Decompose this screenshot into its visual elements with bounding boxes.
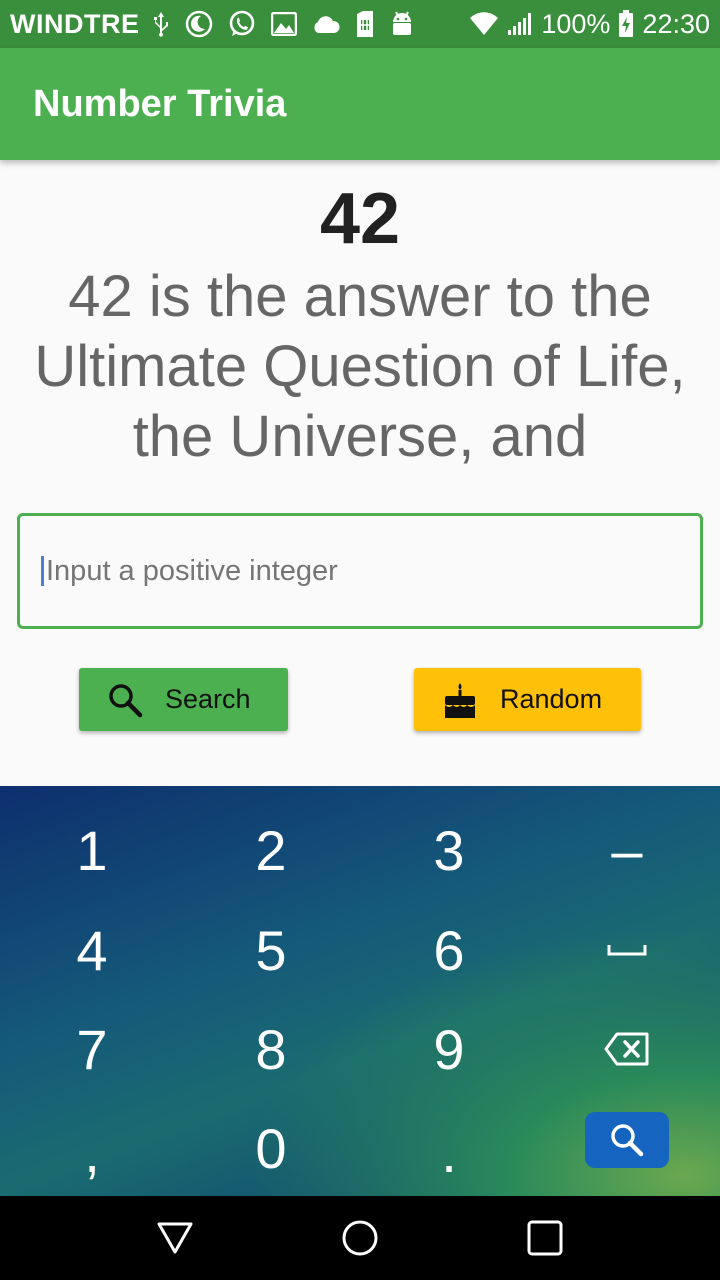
key-comma[interactable]: , [2,1102,182,1202]
wifi-icon [470,12,499,35]
key-0[interactable]: 0 [181,1098,361,1198]
key-period[interactable]: . [359,1102,539,1202]
key-3[interactable]: 3 [359,800,539,900]
random-button-label: Random [500,684,603,714]
home-circle-icon [342,1220,378,1256]
cloud-icon [314,16,341,33]
search-button-label: Search [165,684,251,714]
key-4[interactable]: 4 [2,900,182,1000]
numeric-keyboard: 1 2 3 – 4 5 6 7 8 9 , 0 . [0,786,720,1196]
status-bar: WINDTRE 100% 22:30 [0,0,720,48]
android-debug-icon [393,11,412,35]
do-not-disturb-moon-icon [186,10,213,38]
random-button[interactable]: Random [414,668,641,731]
usb-icon [154,12,169,37]
signal-icon [508,13,532,35]
recents-square-icon [527,1220,563,1256]
home-button[interactable] [300,1196,420,1280]
backspace-icon [604,1032,649,1066]
cake-icon [445,682,475,718]
number-input-field[interactable]: Input a positive integer [17,513,703,629]
app-bar: Number Trivia [0,48,720,160]
key-1[interactable]: 1 [2,800,182,900]
battery-percent: 100% [541,8,611,39]
key-backspace[interactable] [537,999,717,1099]
key-6[interactable]: 6 [359,900,539,1000]
key-7[interactable]: 7 [2,999,182,1099]
text-cursor [41,556,44,586]
system-status: 100% 22:30 [469,9,710,40]
trivia-text: 42 is the answer to the Ultimate Questio… [34,264,686,469]
key-space[interactable] [537,900,717,1000]
back-triangle-icon [157,1222,193,1254]
search-button[interactable]: Search [79,668,288,731]
key-8[interactable]: 8 [181,999,361,1099]
recents-button[interactable] [485,1196,605,1280]
key-9[interactable]: 9 [359,999,539,1099]
sim-card-icon [357,11,374,37]
key-2[interactable]: 2 [181,800,361,900]
battery-charging-icon [619,10,634,37]
input-placeholder: Input a positive integer [46,554,338,587]
clock: 22:30 [642,8,710,39]
search-icon [611,1124,644,1157]
keyboard-search-button[interactable] [585,1112,669,1168]
back-button[interactable] [115,1196,235,1280]
carrier-label: WINDTRE [10,8,140,39]
notification-icons [151,9,415,39]
navigation-bar [0,1196,720,1280]
app-title: Number Trivia [33,82,287,125]
whatsapp-icon [230,10,255,36]
key-5[interactable]: 5 [181,900,361,1000]
space-bar-icon [607,945,647,956]
search-icon [109,683,143,717]
key-minus[interactable]: – [537,800,717,900]
trivia-number: 42 [319,179,401,259]
gallery-icon [271,12,298,36]
